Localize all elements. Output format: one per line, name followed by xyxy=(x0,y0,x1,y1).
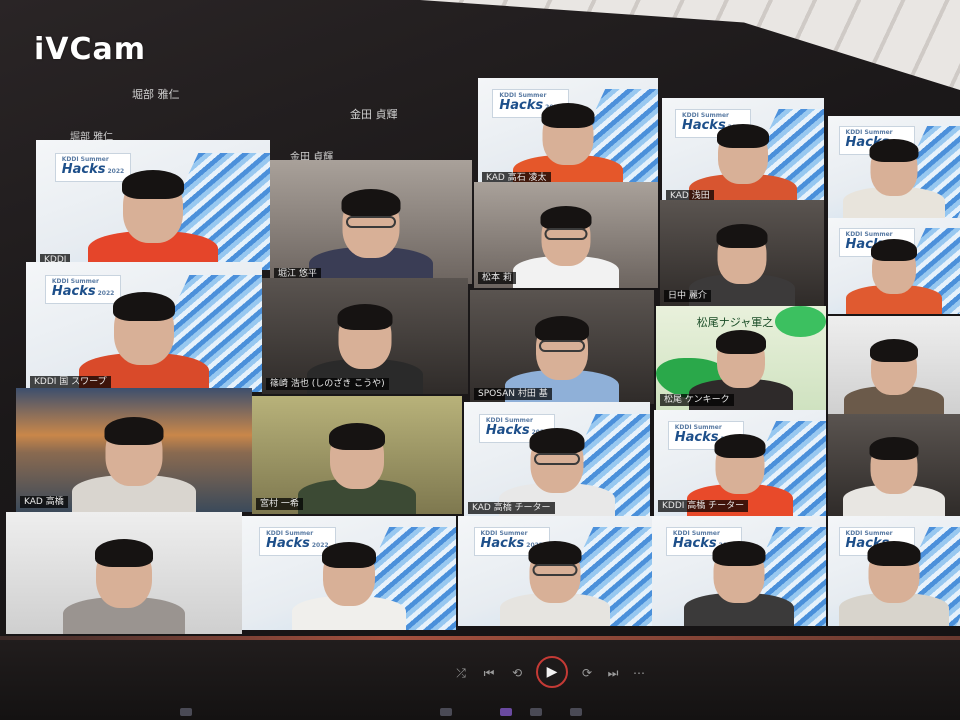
participant-tile[interactable]: SPOSAN 村田 基 xyxy=(470,290,654,404)
participant-tile[interactable]: KDDI Summer Hacks 2022 KDDI 国 スワープ xyxy=(26,262,262,392)
participant-tile[interactable]: KDDI SummerHacks2022KAD 高石 凌太 xyxy=(478,78,658,188)
participant-tile[interactable]: 松本 莉 xyxy=(474,182,658,288)
participant-video xyxy=(513,197,619,288)
monitor: 堀部 雅仁 金田 貞輝 堀部 雅仁 金田 貞輝 KDDI Summer Hacks… xyxy=(0,0,960,720)
participant-tile[interactable]: 日中 麗介 xyxy=(660,200,824,306)
participant-name: KAD 高橋 xyxy=(20,496,68,508)
participant-tile[interactable]: KDDI SummerHacks2022 xyxy=(828,516,960,626)
participant-video xyxy=(843,130,945,218)
participant-video xyxy=(298,413,416,514)
participant-tile[interactable]: 堀江 悠平 xyxy=(270,160,472,284)
participant-tile[interactable] xyxy=(828,414,960,516)
participant-video xyxy=(844,330,944,416)
playback-controls: ⤮ ⏮ ⟲ ▶ ⟳ ⏭ ⋯ xyxy=(440,654,660,694)
participant-tile[interactable]: 宮村 一希 xyxy=(252,396,462,514)
shuffle-icon[interactable]: ⤮ xyxy=(454,666,468,680)
skip-back-icon[interactable]: ⏮ xyxy=(482,666,496,680)
participant-video xyxy=(839,531,949,626)
participant-video xyxy=(72,405,196,512)
participant-name: KAD 高橋 チーター xyxy=(468,502,555,514)
skip-forward-icon[interactable]: ⏭ xyxy=(606,666,620,680)
participant-video xyxy=(292,532,406,630)
participant-tile[interactable]: KDDI SummerHacks2022 xyxy=(242,516,456,630)
participant-video xyxy=(846,231,942,314)
zoom-gallery-view: 堀部 雅仁 金田 貞輝 堀部 雅仁 金田 貞輝 KDDI Summer Hacks… xyxy=(0,0,960,720)
participant-name: 日中 麗介 xyxy=(664,290,711,302)
participant-name: SPOSAN 村田 基 xyxy=(474,388,552,400)
participant-video xyxy=(684,531,794,626)
participant-tile[interactable]: KDDI SummerHacks2022 xyxy=(828,116,960,218)
participant-tile[interactable]: 松尾ナジャ軍之 松尾 ケンキーク xyxy=(656,306,826,410)
participant-video xyxy=(88,158,218,270)
participant-tile[interactable]: 篠崎 浩也 (しのざき こうや) xyxy=(262,278,468,394)
participant-video xyxy=(309,177,433,284)
loop-icon[interactable]: ⟳ xyxy=(580,666,594,680)
participant-tile[interactable]: KDDI SummerHacks2022KAD 高橋 チーター xyxy=(464,402,650,518)
taskbar-icon[interactable] xyxy=(530,708,542,716)
top-participant-label: 堀部 雅仁 xyxy=(132,88,180,101)
participant-name: 篠崎 浩也 (しのざき こうや) xyxy=(266,378,389,390)
participant-tile[interactable]: KDDI SummerHacks2022KAD 浅田 xyxy=(662,98,824,206)
participant-name: 松尾 ケンキーク xyxy=(660,394,734,406)
participant-video xyxy=(500,531,610,626)
participant-tile[interactable]: KDDI SummerHacks2022 xyxy=(458,516,652,626)
top-participant-label: 金田 貞輝 xyxy=(350,108,398,121)
participant-tile[interactable]: KDDI SummerHacks2022KDDI 高橋 チーター xyxy=(654,410,826,516)
participant-tile[interactable]: KDDI SummerHacks2022 xyxy=(828,218,960,314)
participant-tile[interactable] xyxy=(828,316,960,416)
participant-name: KDDI 国 スワープ xyxy=(30,376,111,388)
participant-name: KDDI 高橋 チーター xyxy=(658,500,749,512)
participant-tile[interactable]: KAD 高橋 xyxy=(16,388,252,512)
participant-tile[interactable]: KDDI SummerHacks2022 xyxy=(652,516,826,626)
more-icon[interactable]: ⋯ xyxy=(632,666,646,680)
taskbar-icon[interactable] xyxy=(570,708,582,716)
play-button[interactable]: ▶ xyxy=(536,656,568,688)
participant-tile[interactable] xyxy=(6,512,242,634)
taskbar-icon[interactable] xyxy=(440,708,452,716)
participant-video xyxy=(843,428,945,516)
participant-name: 松本 莉 xyxy=(478,272,516,284)
repeat-icon[interactable]: ⟲ xyxy=(510,666,524,680)
ivcam-watermark: iVCam xyxy=(34,32,147,67)
taskbar-icon[interactable] xyxy=(180,708,192,716)
participant-name: 宮村 一希 xyxy=(256,498,303,510)
participant-video xyxy=(63,529,185,634)
participant-tile[interactable]: KDDI Summer Hacks 2022 KDDI xyxy=(36,140,270,270)
taskbar-icon[interactable] xyxy=(500,708,512,716)
